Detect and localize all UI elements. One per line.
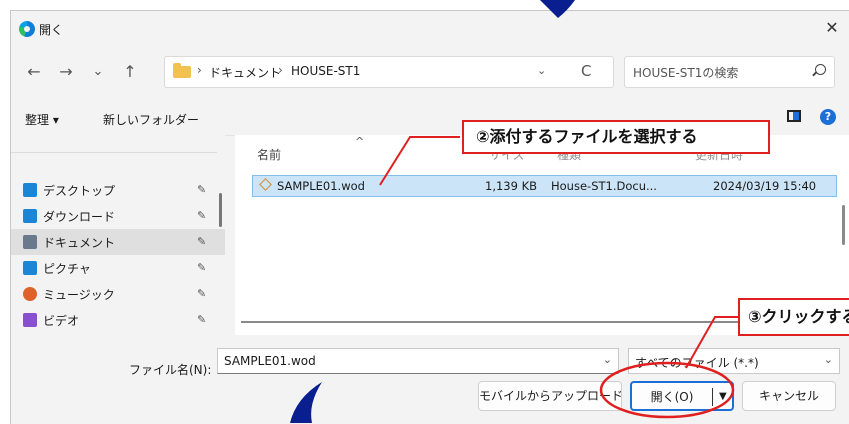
- annotation-lines: [379, 136, 738, 419]
- annotation-leader-select: [379, 136, 460, 186]
- click-highlight-circle: [599, 361, 735, 419]
- annotation-select-file: ②添付するファイルを選択する: [462, 120, 770, 154]
- annotation-leader-click: [685, 316, 738, 369]
- annotation-click: ③クリックする: [738, 298, 849, 336]
